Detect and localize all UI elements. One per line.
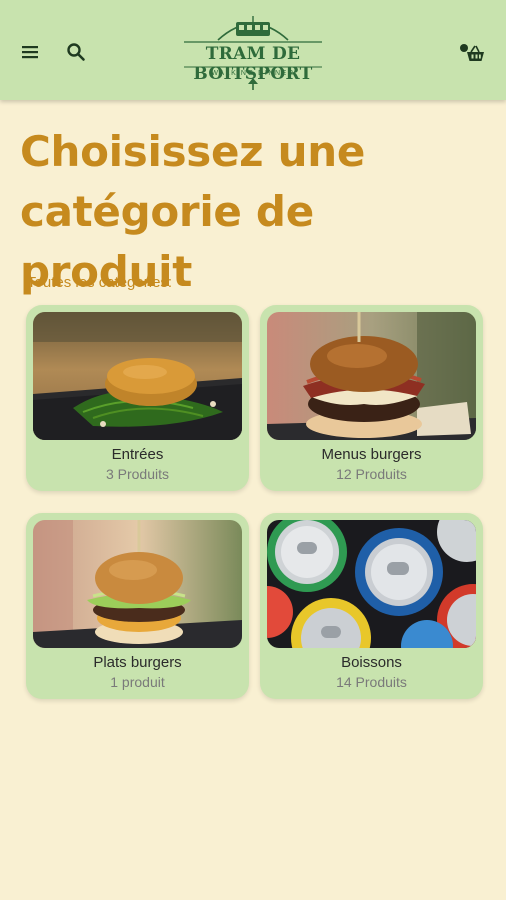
category-name: Boissons (341, 654, 402, 671)
category-count: 3 Produits (105, 466, 170, 482)
app-header: TRAM DE BOITSPORT WALKING DINNER (0, 0, 506, 100)
cart-icon[interactable] (458, 40, 486, 64)
category-image-boissons (267, 520, 476, 648)
category-count: 14 Produits (336, 674, 407, 690)
category-image-menus-burgers (267, 312, 476, 440)
category-count: 1 produit (110, 674, 165, 690)
category-count: 12 Produits (336, 466, 407, 482)
logo-title: TRAM DE BOITSPORT (193, 44, 313, 84)
category-name: Menus burgers (321, 446, 422, 463)
category-card-entrees[interactable]: Entrées 3 Produits (26, 305, 249, 491)
logo-subtitle: WALKING DINNER (211, 70, 295, 77)
section-label: Toutes les catégories: (27, 274, 173, 291)
category-name: Entrées (111, 446, 164, 463)
search-icon[interactable] (64, 40, 88, 64)
brand-logo[interactable]: TRAM DE BOITSPORT WALKING DINNER (180, 14, 326, 94)
menu-icon[interactable] (18, 40, 42, 64)
category-card-boissons[interactable]: Boissons 14 Produits (260, 513, 483, 699)
category-image-plats-burgers (33, 520, 242, 648)
category-card-menus-burgers[interactable]: Menus burgers 12 Produits (260, 305, 483, 491)
category-card-plats-burgers[interactable]: Plats burgers 1 produit (26, 513, 249, 699)
category-name: Plats burgers (93, 654, 182, 671)
category-image-entrees (33, 312, 242, 440)
